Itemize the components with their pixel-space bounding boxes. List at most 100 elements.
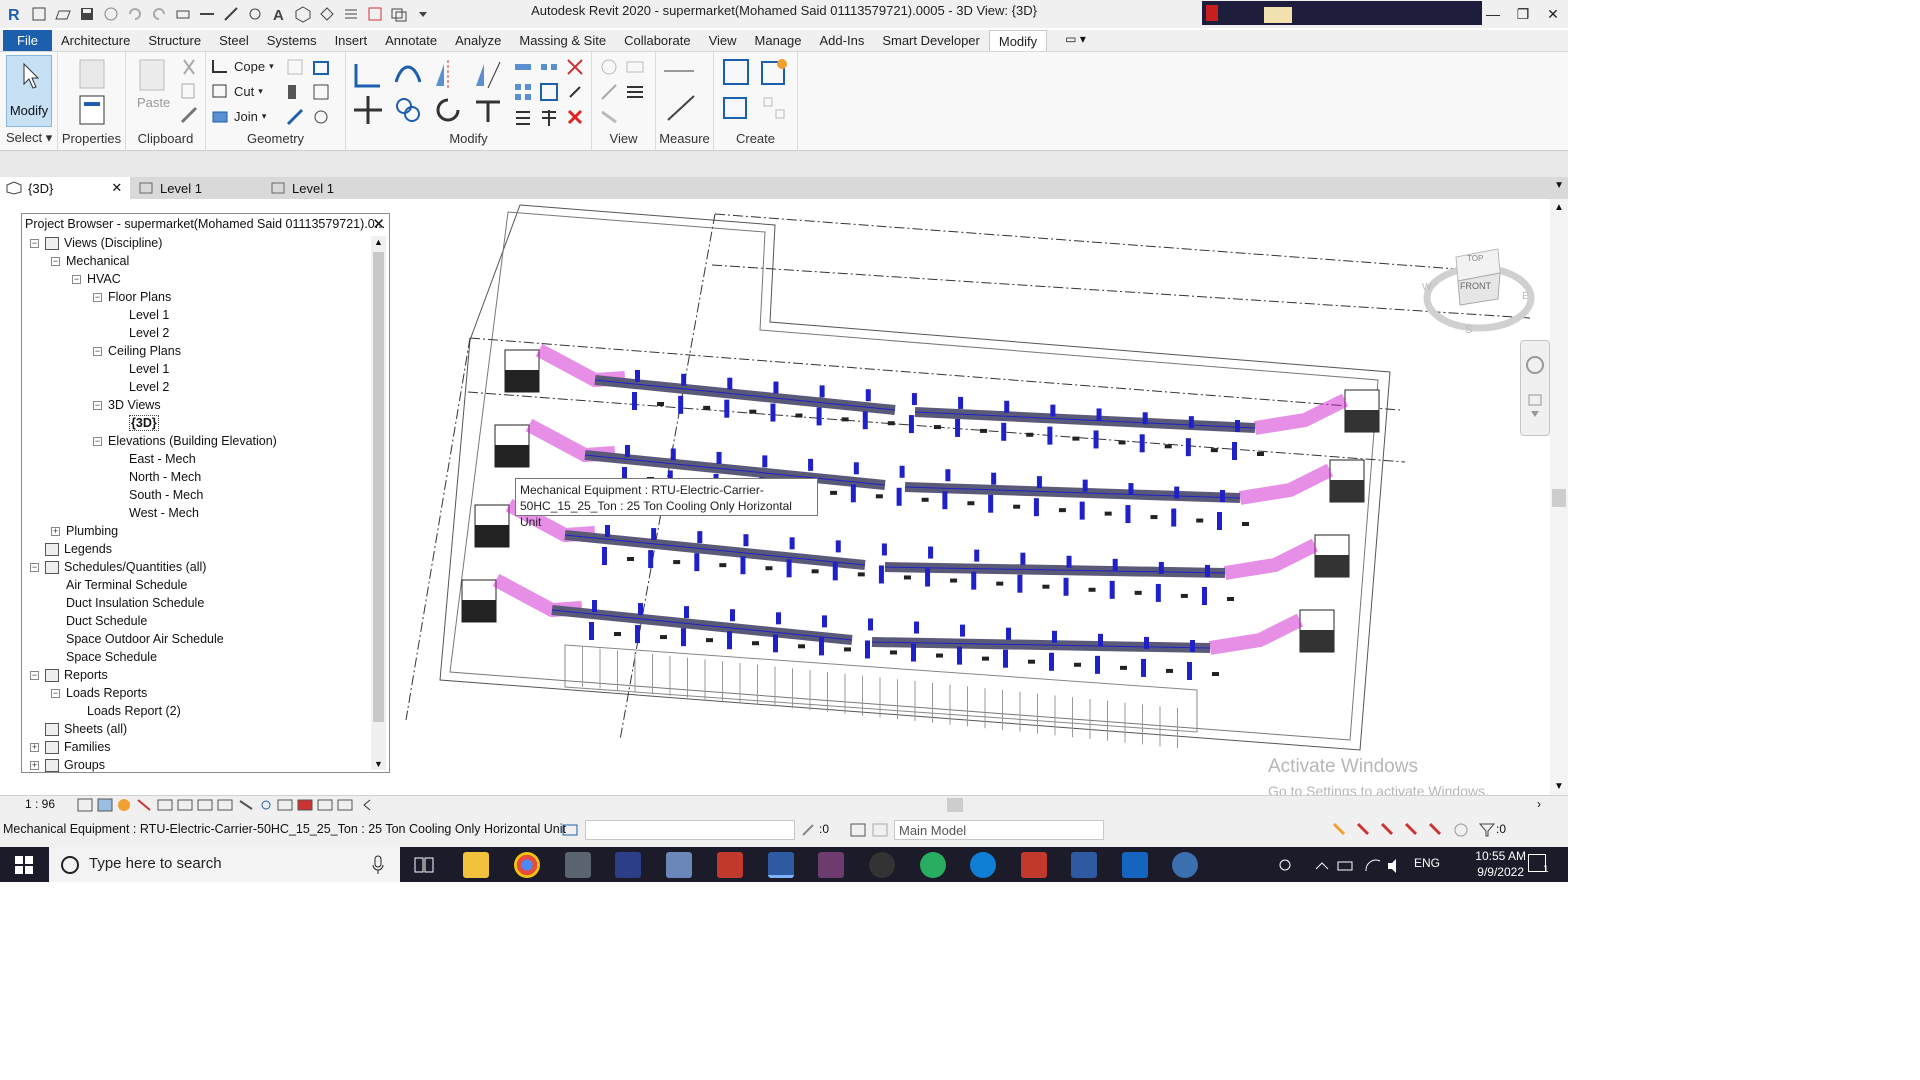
branch-duct[interactable]	[1098, 633, 1103, 646]
tab-view[interactable]: View	[700, 30, 746, 51]
browser-item[interactable]: + Groups	[30, 756, 105, 772]
branch-drop[interactable]	[681, 628, 686, 647]
collapse-icon[interactable]: −	[30, 238, 39, 248]
diffuser[interactable]	[841, 417, 849, 422]
create-assembly-icon[interactable]	[720, 56, 752, 88]
task-view-icon[interactable]	[414, 856, 434, 874]
text-icon[interactable]: A	[270, 5, 288, 23]
diffuser[interactable]	[1074, 662, 1081, 667]
microphone-icon[interactable]	[371, 855, 385, 875]
cut-icon[interactable]	[178, 56, 200, 78]
sun-path-icon[interactable]	[118, 799, 130, 811]
visual-style-icon[interactable]	[97, 798, 113, 812]
analytical-model-icon[interactable]	[297, 799, 313, 811]
recorder-icon[interactable]	[869, 852, 895, 878]
branch-drop[interactable]	[942, 491, 948, 510]
branch-duct[interactable]	[899, 465, 905, 478]
drag-elements-icon[interactable]	[1428, 822, 1442, 836]
browser-item[interactable]: − Schedules/Quantities (all)	[30, 558, 206, 576]
branch-duct[interactable]	[776, 612, 781, 625]
diffuser[interactable]	[765, 566, 773, 571]
browser-item[interactable]: − Reports	[30, 666, 108, 684]
duct-transition[interactable]	[1208, 613, 1304, 655]
zoom-region-icon[interactable]	[1528, 394, 1542, 406]
grid-line[interactable]	[619, 213, 716, 741]
browser-item[interactable]: + Plumbing	[51, 522, 118, 540]
diffuser[interactable]	[950, 578, 958, 583]
branch-drop[interactable]	[1063, 577, 1069, 596]
branch-duct[interactable]	[945, 469, 951, 482]
branch-duct[interactable]	[865, 389, 871, 402]
tray-overflow-icon[interactable]	[1315, 862, 1329, 870]
restore-icon[interactable]: ❐	[1508, 0, 1538, 28]
taskbar-search-box[interactable]: Type here to search	[49, 847, 400, 882]
rtu-unit-base[interactable]	[462, 600, 496, 622]
palette-app-icon[interactable]	[1172, 852, 1198, 878]
diffuser[interactable]	[1026, 432, 1034, 437]
duct-transition[interactable]	[492, 573, 583, 618]
browser-item[interactable]: − Loads Reports	[51, 684, 147, 702]
branch-drop[interactable]	[648, 550, 654, 569]
diffuser[interactable]	[875, 494, 883, 499]
branch-drop[interactable]	[832, 562, 838, 581]
collapse-icon[interactable]: −	[72, 274, 81, 284]
branch-drop[interactable]	[727, 631, 732, 650]
detail-level-icon[interactable]	[77, 798, 93, 812]
main-duct-edge[interactable]	[914, 411, 1256, 429]
browser-item[interactable]: Level 2	[114, 378, 169, 396]
main-duct-edge[interactable]	[594, 379, 896, 411]
diffuser[interactable]	[1166, 668, 1173, 673]
tab-smart-developer[interactable]: Smart Developer	[873, 30, 989, 51]
branch-duct[interactable]	[819, 385, 825, 398]
browser-item[interactable]: − HVAC	[72, 270, 121, 288]
trim-single-icon[interactable]	[538, 106, 560, 128]
branch-drop[interactable]	[1033, 498, 1039, 517]
branch-drop[interactable]	[1141, 658, 1146, 677]
branch-drop[interactable]	[1003, 649, 1008, 668]
video-app-icon[interactable]	[1122, 852, 1148, 878]
split-element-icon[interactable]	[512, 56, 534, 78]
filter-icon[interactable]	[1478, 822, 1496, 838]
diffuser[interactable]	[1104, 511, 1112, 516]
crop-view-icon[interactable]	[177, 799, 193, 811]
branch-duct[interactable]	[960, 624, 965, 637]
branch-duct[interactable]	[1205, 565, 1210, 577]
save-icon[interactable]	[78, 5, 96, 23]
scroll-thumb[interactable]	[1552, 489, 1566, 507]
expand-icon[interactable]: +	[30, 760, 39, 770]
branch-drop[interactable]	[740, 556, 746, 575]
branch-duct[interactable]	[716, 451, 722, 464]
branch-duct[interactable]	[1190, 640, 1195, 652]
branch-drop[interactable]	[955, 418, 961, 437]
branch-drop[interactable]	[635, 625, 640, 644]
branch-drop[interactable]	[1017, 574, 1023, 593]
background-processes-icon[interactable]	[1454, 823, 1468, 837]
acrobat-icon[interactable]	[1021, 852, 1047, 878]
branch-drop[interactable]	[694, 553, 700, 572]
collapse-icon[interactable]: −	[51, 256, 60, 266]
diffuser[interactable]	[1028, 659, 1035, 664]
branch-drop[interactable]	[911, 643, 916, 662]
browser-item[interactable]: Legends	[30, 540, 112, 558]
branch-duct[interactable]	[822, 615, 827, 628]
tab-architecture[interactable]: Architecture	[52, 30, 139, 51]
revit-taskbar-icon[interactable]	[768, 852, 794, 878]
join-button[interactable]: Join ▾	[210, 107, 266, 125]
branch-drop[interactable]	[908, 415, 914, 434]
create-group-icon[interactable]	[720, 92, 752, 124]
branch-duct[interactable]	[1082, 479, 1088, 492]
hide-icon[interactable]	[598, 56, 620, 78]
reveal-constraints-icon[interactable]	[337, 799, 353, 811]
branch-drop[interactable]	[1049, 652, 1054, 671]
diffuser[interactable]	[1150, 515, 1158, 520]
branch-drop[interactable]	[1079, 501, 1085, 520]
undo-icon[interactable]	[126, 5, 144, 23]
branch-drop[interactable]	[773, 634, 778, 653]
select-pinned-icon[interactable]	[1380, 822, 1394, 836]
trim-icon[interactable]	[472, 94, 504, 126]
branch-duct[interactable]	[1066, 555, 1072, 568]
offset-icon[interactable]	[392, 58, 424, 90]
people-icon[interactable]	[1279, 859, 1291, 871]
stack-app-icon[interactable]	[666, 852, 692, 878]
tab-file[interactable]: File	[3, 30, 52, 51]
